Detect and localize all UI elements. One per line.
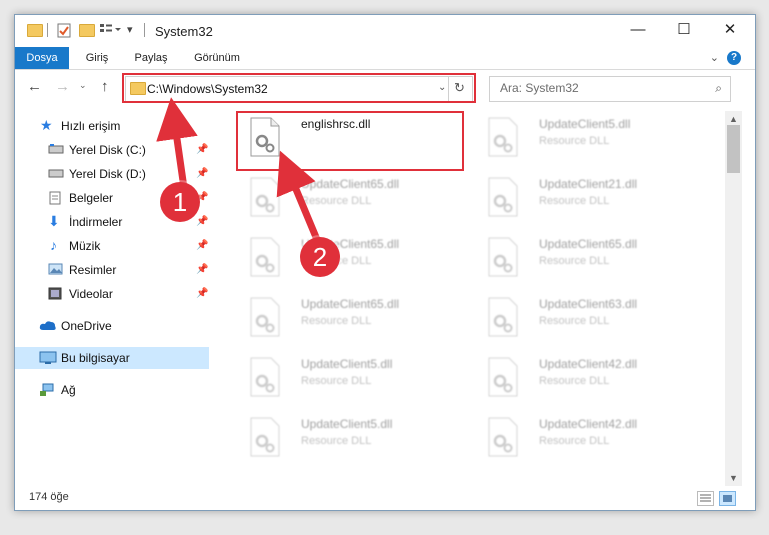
step-1-marker: 1: [160, 182, 200, 222]
arrow-to-address-bar: [156, 97, 198, 192]
arrow-to-file: [276, 150, 322, 246]
tutorial-arrows: [156, 97, 322, 246]
step-2-marker: 2: [300, 237, 340, 277]
